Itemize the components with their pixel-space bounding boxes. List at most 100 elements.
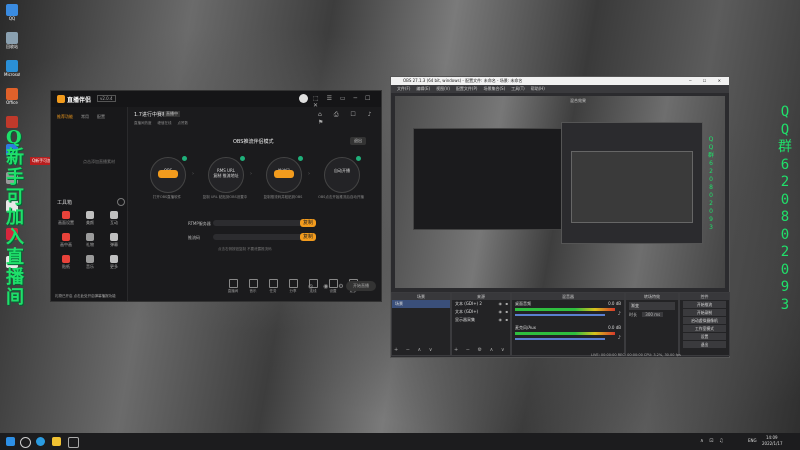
explorer-taskbar-icon[interactable] [52, 437, 61, 446]
tool-item[interactable]: 画中画 [57, 233, 75, 248]
speaker-icon[interactable]: ♪ [618, 311, 621, 317]
lock-icon[interactable]: ▪ [505, 301, 508, 306]
tool-item[interactable]: 更多 [105, 255, 123, 270]
windows-start-icon[interactable] [6, 437, 15, 446]
search-icon[interactable] [20, 437, 31, 448]
clock-date[interactable]: 2022/1/17 [762, 441, 783, 446]
bottom-settings-icons[interactable]: ◎ ◉ ⚙ [308, 283, 348, 290]
desktop-app-icon [6, 4, 18, 16]
field-key-input[interactable] [213, 234, 313, 240]
obs-control-button[interactable]: 启动虚拟摄像机 [683, 317, 726, 324]
transition-select[interactable]: 渐变 [629, 302, 675, 310]
obs-menu-item[interactable]: 配置文件(P) [456, 86, 478, 91]
obs-control-button[interactable]: 开始录制 [683, 309, 726, 316]
desktop-icon[interactable]: Office [4, 88, 20, 105]
field-hint: 点击右侧按钮复制 不要泄露推流码 [218, 247, 272, 251]
app-logo-icon [57, 95, 65, 103]
sidebar-hint: 点击添加直播素材 [83, 159, 115, 164]
sidebar-tabs: 推荐功能 常用 配置 [57, 113, 123, 121]
scene-item[interactable]: 场景 [392, 300, 450, 308]
eye-icon[interactable]: ◉ [499, 317, 503, 322]
obs-control-button[interactable]: 退出 [683, 341, 726, 348]
tool-label: 互动 [110, 220, 118, 225]
green-overlay-char: 直 [6, 247, 24, 268]
scenes-controls[interactable]: + − ∧ ∨ [394, 347, 435, 353]
copy-server-button[interactable]: 复制 [300, 219, 316, 227]
lock-icon[interactable]: ▪ [505, 317, 508, 322]
desktop-icon[interactable]: QQ [4, 4, 20, 21]
obs-menu-item[interactable]: 帮助(H) [531, 86, 545, 91]
tools-settings-icon[interactable] [117, 198, 125, 206]
desktop-icon[interactable]: Microsoft Edge [4, 60, 20, 77]
obs-menu-item[interactable]: 工具(T) [511, 86, 525, 91]
obs-menu-item[interactable]: 编辑(E) [416, 86, 430, 91]
obs-window-controls[interactable]: ─ ☐ ✕ [689, 77, 726, 85]
top-action-icons[interactable]: ⌂ ⎙ ☐ ♪ ⚑ [318, 111, 381, 126]
start-live-button[interactable]: 开始直播 [346, 281, 376, 291]
obs-menu-item[interactable]: 文件(F) [397, 86, 410, 91]
source-item[interactable]: 文本 (GDI+) 2 ◉ ▪ [452, 300, 510, 308]
bottom-tool-icon [288, 279, 298, 288]
obs-control-button[interactable]: 工作室模式 [683, 325, 726, 332]
field-server-input[interactable] [213, 220, 313, 226]
tool-icon [86, 255, 94, 263]
source-item[interactable]: 显示器采集 ◉ ▪ [452, 316, 510, 324]
sidebar-tab[interactable]: 配置 [97, 114, 105, 119]
avatar[interactable] [299, 94, 308, 103]
eye-icon[interactable]: ◉ [499, 301, 503, 306]
edge-taskbar-icon[interactable] [36, 437, 45, 446]
tool-item[interactable]: 礼物 [81, 233, 99, 248]
bottom-tool[interactable]: 音乐 [244, 279, 262, 294]
tool-item[interactable]: 互动 [105, 211, 123, 226]
tool-label: 画面设置 [58, 220, 74, 225]
clock-time[interactable]: 14:09 [766, 435, 778, 440]
lang-indicator[interactable]: ENG [748, 438, 757, 443]
speaker-icon[interactable]: ♪ [618, 335, 621, 341]
tray-icons[interactable]: ∧ ⊡ ♫ [700, 438, 726, 444]
tool-item[interactable]: 弹幕 [105, 233, 123, 248]
sidebar-tab[interactable]: 推荐功能 [57, 114, 73, 119]
window-controls[interactable]: ⬚ ☰ ▭ ─ ☐ ✕ [313, 95, 377, 109]
obs-statusbar: LIVE: 00:00:00 REC: 00:00:00 CPU: 3.2%, … [591, 353, 681, 357]
obs-control-button[interactable]: 开始推流 [683, 301, 726, 308]
panel-exit-button[interactable]: 退出 [350, 137, 366, 145]
volume-slider[interactable] [515, 338, 605, 340]
obs-titlebar: OBS 27.1.3 (64 bit, windows) - 配置文件: 未命名… [391, 77, 729, 85]
mixer-track-name: 桌面音频 [515, 301, 531, 306]
obs-control-button[interactable]: 设置 [683, 333, 726, 340]
qq-group-char: 2 [780, 174, 790, 190]
copy-key-button[interactable]: 复制 [300, 233, 316, 241]
desktop-icon[interactable]: 回收站 [4, 32, 20, 50]
step-badge [298, 156, 303, 161]
version-badge: v2.0.4 [97, 95, 116, 102]
duration-input[interactable]: 300 ms [642, 312, 664, 317]
step-desc: OBS点击开始推流后自动开播 [318, 195, 364, 199]
bottom-tool[interactable]: 直播间 [224, 279, 242, 294]
qq-group-char: 0 [780, 261, 790, 278]
bottom-tool-icon [268, 279, 278, 288]
step-orange-button[interactable] [274, 170, 294, 178]
source-item[interactable]: 文本 (GDI+) ◉ ▪ [452, 308, 510, 316]
lock-icon[interactable]: ▪ [505, 309, 508, 314]
eye-icon[interactable]: ◉ [499, 309, 503, 314]
bottom-tool[interactable]: 分享 [284, 279, 302, 294]
field-server-label: RTMP服务器 [188, 221, 211, 226]
preview-nested-app [413, 128, 565, 230]
step-badge [356, 156, 361, 161]
tool-item[interactable]: 美颜 [81, 211, 99, 226]
tool-icon [110, 233, 118, 241]
volume-slider[interactable] [515, 314, 605, 316]
sidebar-tab[interactable]: 常用 [81, 114, 89, 119]
tool-item[interactable]: 画面设置 [57, 211, 75, 226]
search-taskbar-icon[interactable] [68, 437, 79, 448]
tool-item[interactable]: 音乐 [81, 255, 99, 270]
obs-menu-item[interactable]: 场景集合(S) [483, 86, 505, 91]
bottom-tool[interactable]: 任务 [264, 279, 282, 294]
sources-controls[interactable]: + − ⚙ ∧ ∨ [454, 347, 508, 353]
tool-item[interactable]: 贴纸 [57, 255, 75, 270]
obs-menu-item[interactable]: 视图(V) [436, 86, 450, 91]
mixer-track: 麦克风/Aux 0.0 dB ♪ [512, 324, 624, 348]
step-orange-button[interactable] [158, 170, 178, 178]
scenes-header: 场景 [392, 293, 450, 300]
obs-preview[interactable]: QQ群620802093 混合效果 [395, 96, 725, 288]
